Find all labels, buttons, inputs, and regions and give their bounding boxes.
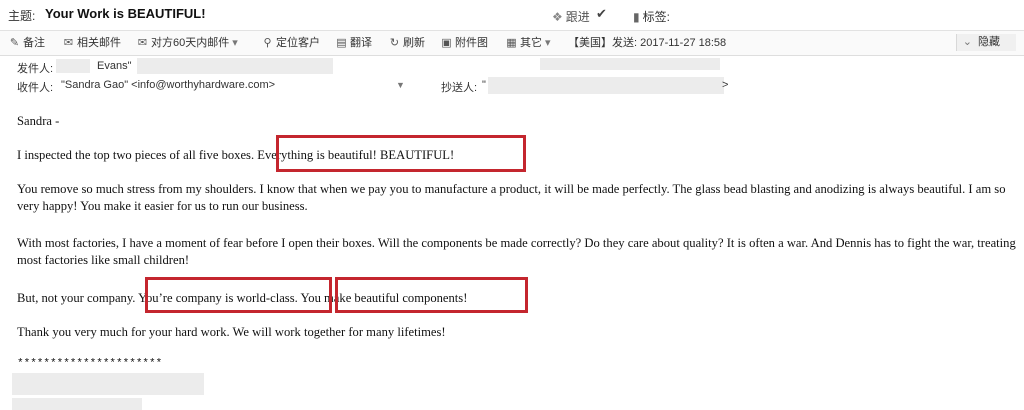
- highlight-box-world-class: [145, 277, 332, 313]
- note-button[interactable]: ✎ 备注: [8, 35, 45, 51]
- subject-label: 主题:: [8, 9, 36, 23]
- translate-label: 翻译: [350, 37, 372, 49]
- recent-mail-label: 对方60天内邮件: [151, 37, 230, 49]
- check-icon[interactable]: ✔: [596, 6, 607, 22]
- cc-value[interactable]: ": [482, 79, 486, 91]
- more-button[interactable]: ▦ 其它 ▾: [505, 35, 550, 51]
- to-dropdown-icon[interactable]: ▼: [396, 80, 405, 90]
- para-stress: You remove so much stress from my should…: [17, 182, 1006, 213]
- from-redaction: [56, 59, 90, 73]
- cc-end: >: [722, 79, 729, 91]
- related-mail-icon: ✉: [63, 37, 74, 49]
- highlight-box-components: [335, 277, 528, 313]
- cc-redaction: [488, 77, 724, 94]
- tags-label: 标签:: [642, 10, 670, 24]
- subject-bar: 主题: Your Work is BEAUTIFUL! ❖ 跟进 ✔ ▮ 标签:: [0, 0, 1024, 31]
- para-factories: With most factories, I have a moment of …: [17, 236, 1016, 267]
- signature-redaction: [12, 373, 204, 395]
- locate-customer-label: 定位客户: [276, 37, 320, 49]
- chevron-down-icon: ⌄: [962, 36, 972, 48]
- highlight-box-beautiful: [276, 135, 526, 172]
- to-value[interactable]: "Sandra Gao" <info@worthyhardware.com>: [61, 79, 275, 91]
- mail-toolbar: ✎ 备注 ✉ 相关邮件 ✉ 对方60天内邮件 ▾ ⚲ 定位客户 ▤ 翻译 ↻ 刷新 ▣ 附件图 …: [0, 31, 1024, 56]
- from-name[interactable]: Evans": [97, 60, 131, 72]
- recent-mail-button[interactable]: ✉ 对方60天内邮件 ▾: [136, 35, 238, 51]
- translate-icon: ▤: [336, 37, 347, 49]
- related-mail-label: 相关邮件: [77, 37, 121, 49]
- from-redaction-3: [540, 58, 720, 70]
- sent-info-text: 【美国】发送: 2017-11-27 18:58: [568, 37, 727, 49]
- email-subject: Your Work is BEAUTIFUL!: [45, 6, 206, 21]
- related-mail-button[interactable]: ✉ 相关邮件: [62, 35, 121, 51]
- locate-customer-icon: ⚲: [263, 37, 272, 49]
- cc-label: 抄送人:: [441, 82, 478, 94]
- recent-mail-icon: ✉: [137, 37, 148, 49]
- from-label: 发件人:: [17, 63, 54, 75]
- attachment-image-label: 附件图: [455, 37, 488, 49]
- tags-button[interactable]: ▮ 标签:: [633, 8, 670, 25]
- hide-label: 隐藏: [978, 36, 1000, 48]
- attachment-image-button[interactable]: ▣ 附件图: [440, 35, 488, 51]
- greeting: Sandra -: [17, 114, 60, 128]
- signature-redaction-2: [12, 398, 142, 410]
- to-label: 收件人:: [17, 82, 54, 94]
- translate-button[interactable]: ▤ 翻译: [335, 35, 372, 51]
- locate-customer-button[interactable]: ⚲ 定位客户: [261, 35, 320, 51]
- follow-up-label: 跟进: [565, 10, 590, 24]
- para-thanks: Thank you very much for your hard work. …: [17, 325, 446, 339]
- hide-button[interactable]: ⌄ 隐藏: [955, 34, 1016, 51]
- follow-up-button[interactable]: ❖ 跟进: [552, 8, 590, 25]
- refresh-button[interactable]: ↻ 刷新: [388, 35, 425, 51]
- refresh-icon: ↻: [389, 37, 400, 49]
- sent-info: 【美国】发送: 2017-11-27 18:58: [568, 35, 726, 51]
- follow-up-icon: ❖: [552, 10, 563, 24]
- more-label: 其它: [520, 37, 542, 49]
- from-redaction-2: [137, 58, 333, 74]
- note-label: 备注: [23, 37, 45, 49]
- note-icon: ✎: [9, 37, 20, 49]
- signature-stars: **********************: [17, 358, 163, 370]
- more-icon: ▦: [506, 37, 517, 49]
- attachment-image-icon: ▣: [441, 37, 452, 49]
- refresh-label: 刷新: [403, 37, 425, 49]
- tag-icon: ▮: [633, 10, 640, 24]
